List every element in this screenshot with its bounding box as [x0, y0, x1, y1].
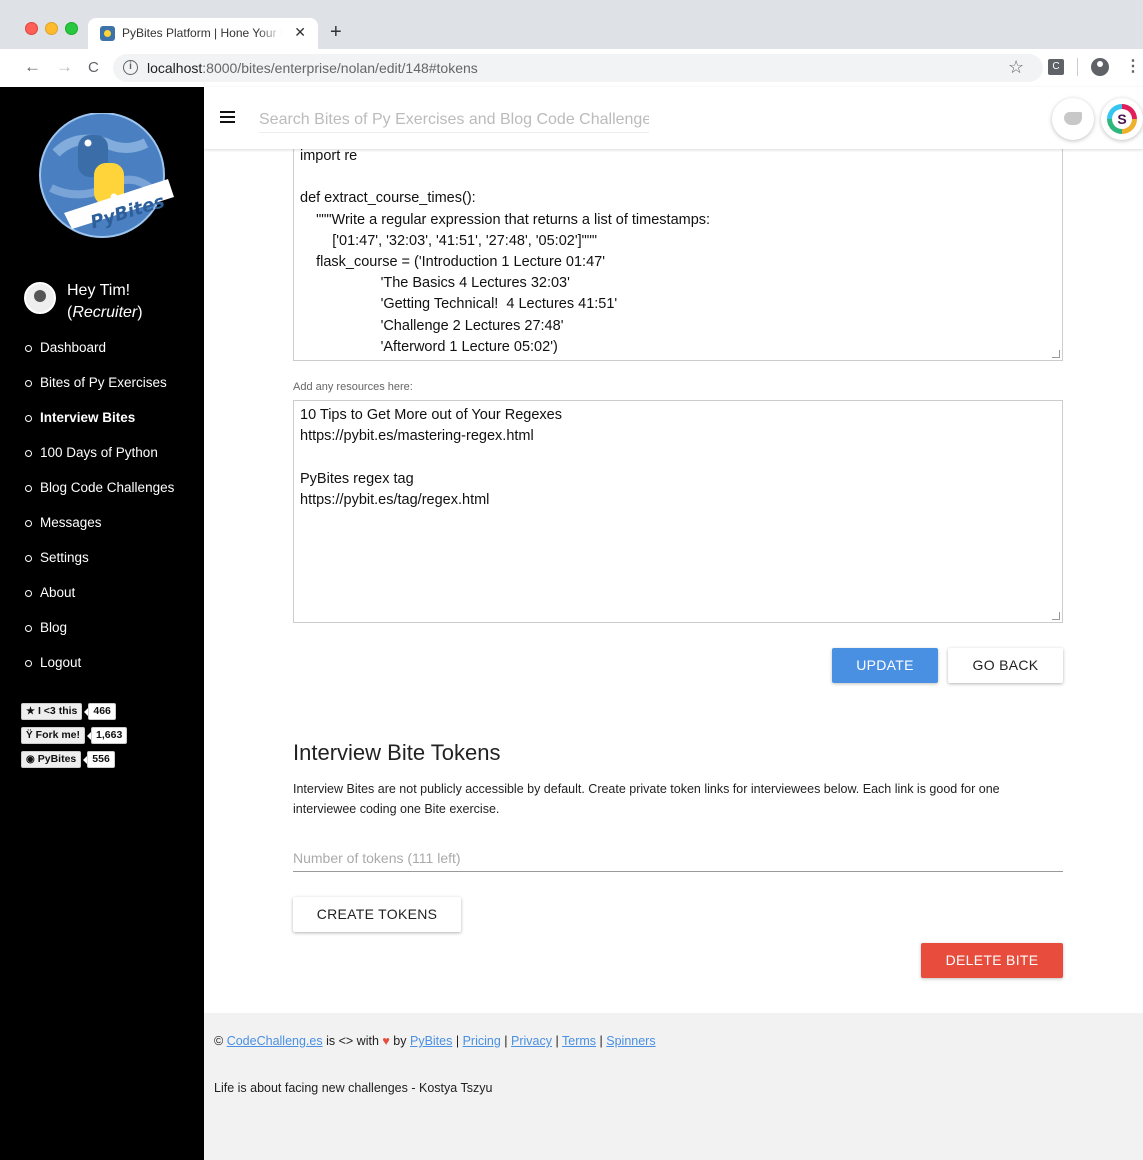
back-arrow-icon[interactable]: ← [24, 57, 41, 77]
minimize-window-button[interactable] [45, 22, 58, 35]
sidebar-item-settings[interactable]: Settings [24, 549, 174, 584]
badge-label: Fork me! [35, 728, 81, 741]
star-count: 466 [84, 702, 116, 720]
by-text: by [393, 1034, 407, 1048]
browser-toolbar: ← → C i localhost:8000/bites/enterprise/… [0, 49, 1143, 87]
pricing-link[interactable]: Pricing [463, 1034, 501, 1048]
sidebar: PyBites Hey Tim! (Recruiter) Dashboard B… [0, 87, 204, 1160]
follow-count: 556 [83, 750, 115, 768]
maximize-window-button[interactable] [65, 22, 78, 35]
resize-handle-icon[interactable] [1052, 612, 1060, 620]
tokens-heading: Interview Bite Tokens [293, 740, 501, 765]
tab-close-icon[interactable]: ✕ [294, 24, 306, 41]
footer: © CodeChalleng.es is <> with ♥ by PyBite… [204, 1013, 1143, 1160]
greeting: Hey Tim! [67, 282, 131, 299]
sidebar-item-interview-bites[interactable]: Interview Bites [24, 409, 174, 444]
star-icon: ★ [26, 705, 35, 717]
user-role: (Recruiter) [67, 304, 143, 321]
github-icon: ◉ [26, 753, 35, 765]
pybites-logo[interactable]: PyBites [36, 113, 176, 243]
create-tokens-button[interactable]: CREATE TOKENS [293, 897, 461, 932]
fork-icon: Ÿ [26, 729, 33, 741]
avatar[interactable] [24, 282, 56, 314]
heart-icon: ♥ [382, 1034, 390, 1048]
badge-label: PyBites [37, 752, 77, 765]
sidebar-item-messages[interactable]: Messages [24, 514, 174, 549]
code-textarea[interactable]: import re def extract_course_times(): ""… [293, 145, 1063, 361]
pybites-favicon-icon [100, 26, 115, 41]
role-label: Recruiter [72, 304, 138, 321]
profile-icon[interactable] [1091, 58, 1109, 76]
extension-icon[interactable]: C [1048, 59, 1064, 75]
sidebar-item-blog-challenges[interactable]: Blog Code Challenges [24, 479, 174, 514]
update-button[interactable]: UPDATE [832, 648, 938, 683]
browser-chrome: PyBites Platform | Hone Your P ✕ + ← → C… [0, 0, 1143, 87]
browser-tab[interactable]: PyBites Platform | Hone Your P ✕ [88, 18, 318, 49]
url-text: localhost:8000/bites/enterprise/nolan/ed… [147, 60, 478, 76]
new-tab-button[interactable]: + [330, 22, 342, 42]
url-path: :8000/bites/enterprise/nolan/edit/148#to… [202, 60, 478, 76]
slack-button[interactable] [1101, 98, 1143, 140]
follow-badge[interactable]: ◉ PyBites 556 [21, 750, 127, 768]
browser-menu-icon[interactable]: ⋮ [1125, 57, 1141, 77]
spinners-link[interactable]: Spinners [606, 1034, 655, 1048]
pybites-link[interactable]: PyBites [410, 1034, 452, 1048]
github-badges: ★ I <3 this 466 Ÿ Fork me! 1,663 ◉ PyBites … [21, 702, 128, 774]
fork-badge[interactable]: Ÿ Fork me! 1,663 [21, 726, 128, 744]
search-input[interactable] [259, 107, 649, 133]
fork-count: 1,663 [86, 726, 128, 744]
resources-textarea[interactable]: 10 Tips to Get More out of Your Regexes … [293, 400, 1063, 623]
fork-badge-label: Ÿ Fork me! [21, 726, 86, 744]
tokens-description: Interview Bites are not publicly accessi… [293, 782, 1000, 816]
sidebar-item-blog[interactable]: Blog [24, 619, 174, 654]
privacy-link[interactable]: Privacy [511, 1034, 552, 1048]
url-host: localhost [147, 60, 203, 76]
tab-title: PyBites Platform | Hone Your P [122, 26, 282, 40]
separator: | [599, 1034, 603, 1048]
delete-bite-button[interactable]: DELETE BITE [921, 943, 1063, 978]
resources-text: 10 Tips to Get More out of Your Regexes … [300, 407, 562, 508]
separator: | [504, 1034, 508, 1048]
resources-label: Add any resources here: [293, 381, 413, 393]
sidebar-item-about[interactable]: About [24, 584, 174, 619]
menu-icon[interactable] [220, 111, 235, 123]
header [204, 87, 1143, 149]
site-link[interactable]: CodeChalleng.es [227, 1034, 323, 1048]
follow-badge-label: ◉ PyBites [21, 750, 82, 768]
main-content: import re def extract_course_times(): ""… [204, 145, 1143, 1013]
greeting-text: Hey Tim! (Recruiter) [67, 280, 207, 324]
toolbar-divider [1077, 58, 1078, 76]
token-count-input[interactable] [293, 844, 1063, 872]
resize-handle-icon[interactable] [1052, 350, 1060, 358]
sidebar-item-100-days[interactable]: 100 Days of Python [24, 444, 174, 479]
star-badge[interactable]: ★ I <3 this 466 [21, 702, 127, 720]
info-icon[interactable]: i [123, 60, 138, 75]
slack-icon [1107, 104, 1137, 134]
footer-links: © CodeChalleng.es is <> with ♥ by PyBite… [214, 1034, 656, 1048]
go-back-button[interactable]: GO BACK [948, 648, 1063, 683]
address-bar[interactable]: i localhost:8000/bites/enterprise/nolan/… [113, 54, 1043, 82]
separator: | [455, 1034, 460, 1048]
sidebar-item-bites-of-py[interactable]: Bites of Py Exercises [24, 374, 174, 409]
forward-arrow-icon[interactable]: → [56, 57, 73, 77]
star-badge-label: ★ I <3 this [21, 702, 83, 720]
twitter-icon[interactable] [1052, 98, 1094, 140]
sidebar-nav: Dashboard Bites of Py Exercises Intervie… [24, 339, 174, 689]
bookmark-star-icon[interactable]: ☆ [1008, 57, 1024, 77]
sidebar-item-dashboard[interactable]: Dashboard [24, 339, 174, 374]
separator: | [555, 1034, 559, 1048]
terms-link[interactable]: Terms [562, 1034, 596, 1048]
sidebar-item-logout[interactable]: Logout [24, 654, 174, 689]
footer-quote: Life is about facing new challenges - Ko… [214, 1081, 493, 1095]
badge-label: I <3 this [37, 704, 78, 717]
reload-icon[interactable]: C [88, 58, 99, 78]
copyright-symbol: © [214, 1034, 224, 1048]
close-window-button[interactable] [25, 22, 38, 35]
made-with-text: is <> with [326, 1034, 379, 1048]
tab-bar: PyBites Platform | Hone Your P ✕ + [0, 0, 1143, 49]
code-text: import re def extract_course_times(): ""… [300, 148, 711, 355]
